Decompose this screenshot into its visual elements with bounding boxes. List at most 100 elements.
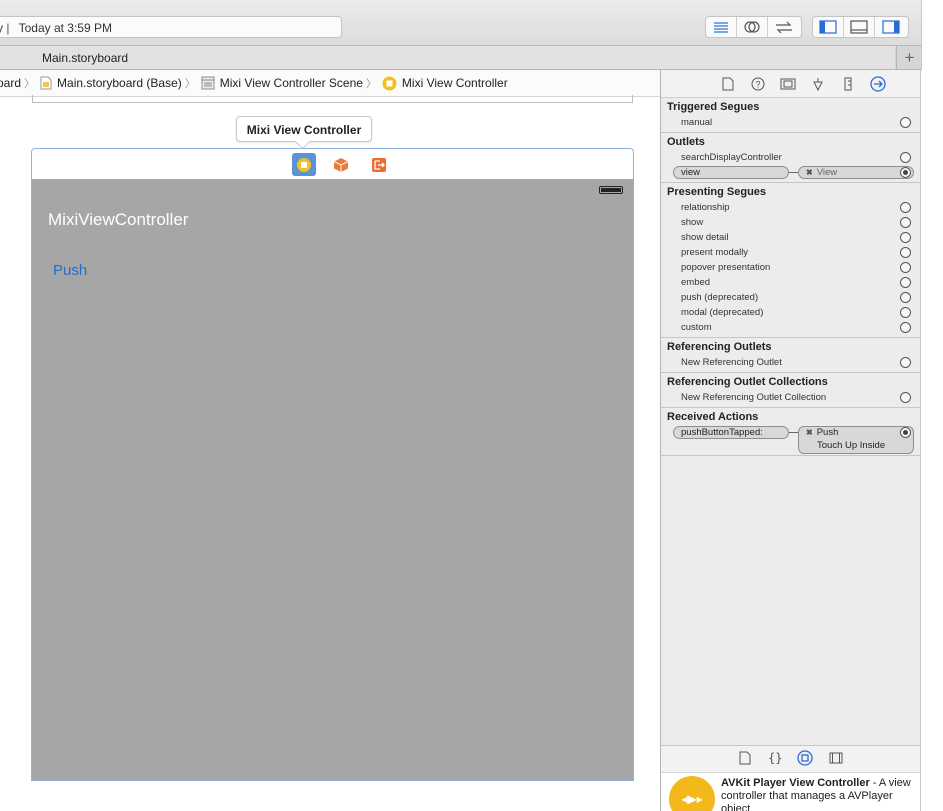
outlets-title: Outlets <box>667 136 705 148</box>
connection-circle-filled[interactable] <box>900 427 911 438</box>
dock-view-controller-button[interactable] <box>292 153 316 176</box>
library-item-avkit-player[interactable]: ◂▶▸ AVKit Player View Controller - A vie… <box>661 773 920 811</box>
segue-row: present modally <box>661 245 920 260</box>
utilities-panel: ? Triggered Segues manual Outlets search… <box>660 70 921 811</box>
attributes-icon <box>812 77 823 91</box>
view-controller-title-label[interactable]: MixiViewController <box>48 210 188 230</box>
segue-label: modal (deprecated) <box>681 307 764 318</box>
scene-icon <box>201 76 215 90</box>
dock-exit-button[interactable] <box>367 153 391 176</box>
utilities-toggle-button[interactable] <box>875 17 906 37</box>
connection-circle[interactable] <box>900 202 911 213</box>
assistant-editor-icon <box>744 21 760 33</box>
identity-inspector-tab[interactable] <box>780 76 796 92</box>
version-editor-button[interactable] <box>768 17 799 37</box>
battery-icon <box>599 186 623 194</box>
segue-row: embed <box>661 275 920 290</box>
segue-row: custom <box>661 320 920 335</box>
referencing-outlet-collection-row: New Referencing Outlet Collection <box>661 390 920 405</box>
help-icon: ? <box>751 77 764 90</box>
inspector-selector-bar: ? <box>661 70 920 98</box>
breadcrumb-scene[interactable]: Mixi View Controller Scene 〉 <box>201 75 382 91</box>
segue-row: show <box>661 215 920 230</box>
connection-circle[interactable] <box>900 217 911 228</box>
segue-row: push (deprecated) <box>661 290 920 305</box>
file-template-library-tab[interactable] <box>739 751 751 768</box>
connection-circle[interactable] <box>900 247 911 258</box>
segue-row: relationship <box>661 200 920 215</box>
breadcrumb-view-controller[interactable]: Mixi View Controller <box>382 76 508 91</box>
file-inspector-tab[interactable] <box>720 76 736 92</box>
received-actions-title: Received Actions <box>667 411 759 423</box>
attributes-inspector-tab[interactable] <box>810 76 826 92</box>
action-target-pill[interactable]: ✖ Push Touch Up Inside <box>798 426 914 454</box>
view-controller-view[interactable]: MixiViewController Push <box>31 179 634 781</box>
quick-help-tab[interactable]: ? <box>750 76 766 92</box>
object-library-tab[interactable] <box>796 749 813 769</box>
action-pill[interactable]: pushButtonTapped: <box>673 426 789 439</box>
media-library-tab[interactable] <box>829 752 843 767</box>
segue-row: modal (deprecated) <box>661 305 920 320</box>
disconnect-icon[interactable]: ✖ <box>806 168 813 177</box>
outlets-section: Outlets searchDisplayController view ✖ Vi… <box>661 133 920 183</box>
debug-area-icon <box>850 20 868 34</box>
connection-circle[interactable] <box>900 277 911 288</box>
chevron-right-icon: 〉 <box>365 78 377 90</box>
first-responder-icon <box>333 157 349 172</box>
segue-label: relationship <box>681 202 730 213</box>
connection-circle[interactable] <box>900 292 911 303</box>
window-toolbar: y | Today at 3:59 PM <box>0 0 922 46</box>
debug-area-toggle-button[interactable] <box>844 17 875 37</box>
avkit-player-icon: ◂▶▸ <box>669 776 715 811</box>
outlet-target-pill[interactable]: ✖ View <box>798 166 914 179</box>
dock-first-responder-button[interactable] <box>329 153 353 176</box>
breadcrumb-project[interactable]: oard〉 <box>0 75 40 91</box>
outlet-view-pill[interactable]: view <box>673 166 789 179</box>
library-selector-bar: {} <box>661 745 920 773</box>
push-button[interactable]: Push <box>53 262 87 279</box>
connection-circle[interactable] <box>900 152 911 163</box>
add-tab-button[interactable]: + <box>896 46 922 69</box>
assistant-editor-button[interactable] <box>737 17 768 37</box>
connection-circle-filled[interactable] <box>900 167 911 178</box>
connections-inspector-tab[interactable] <box>869 75 886 92</box>
connection-circle[interactable] <box>900 262 911 273</box>
storyboard-file-icon <box>40 76 52 90</box>
disconnect-icon[interactable]: ✖ <box>806 428 813 437</box>
connection-circle[interactable] <box>900 117 911 128</box>
tab-main-storyboard[interactable]: Main.storyboard <box>0 46 895 69</box>
object-library-icon <box>796 749 813 766</box>
library-item-text: AVKit Player View Controller - A view co… <box>721 777 911 811</box>
connection-circle[interactable] <box>900 357 911 368</box>
referencing-outlet-label: New Referencing Outlet <box>681 357 782 368</box>
connection-circle[interactable] <box>900 322 911 333</box>
referencing-outlet-collection-label: New Referencing Outlet Collection <box>681 392 827 403</box>
navigator-panel-icon <box>819 20 837 34</box>
scene-dock <box>31 148 634 179</box>
connections-icon <box>869 75 886 92</box>
code-snippet-library-tab[interactable]: {} <box>767 751 782 768</box>
storyboard-canvas[interactable]: Mixi View Controller MixiViewController … <box>0 95 660 811</box>
connection-circle[interactable] <box>900 392 911 403</box>
tab-bar: Main.storyboard + <box>0 46 922 70</box>
braces-icon: {} <box>768 751 782 765</box>
outlet-target-label: View <box>816 167 838 178</box>
segue-label: popover presentation <box>681 262 771 273</box>
segue-label: embed <box>681 277 711 288</box>
breadcrumb-storyboard[interactable]: Main.storyboard (Base) 〉 <box>40 75 201 91</box>
triggered-segue-label: manual <box>681 117 713 128</box>
segue-label: show detail <box>681 232 729 243</box>
connection-circle[interactable] <box>900 307 911 318</box>
size-inspector-tab[interactable] <box>840 76 856 92</box>
presenting-segues-section: Presenting Segues relationship show show… <box>661 183 920 338</box>
connection-circle[interactable] <box>900 232 911 243</box>
standard-editor-button[interactable] <box>706 17 737 37</box>
segue-label: custom <box>681 322 712 333</box>
file-icon <box>739 751 750 764</box>
activity-status: Today at 3:59 PM <box>18 21 112 35</box>
activity-prefix: y <box>0 21 3 35</box>
standard-editor-icon <box>714 22 728 33</box>
triggered-segue-row: manual <box>661 115 920 130</box>
navigator-toggle-button[interactable] <box>813 17 844 37</box>
svg-text:{}: {} <box>768 751 781 765</box>
